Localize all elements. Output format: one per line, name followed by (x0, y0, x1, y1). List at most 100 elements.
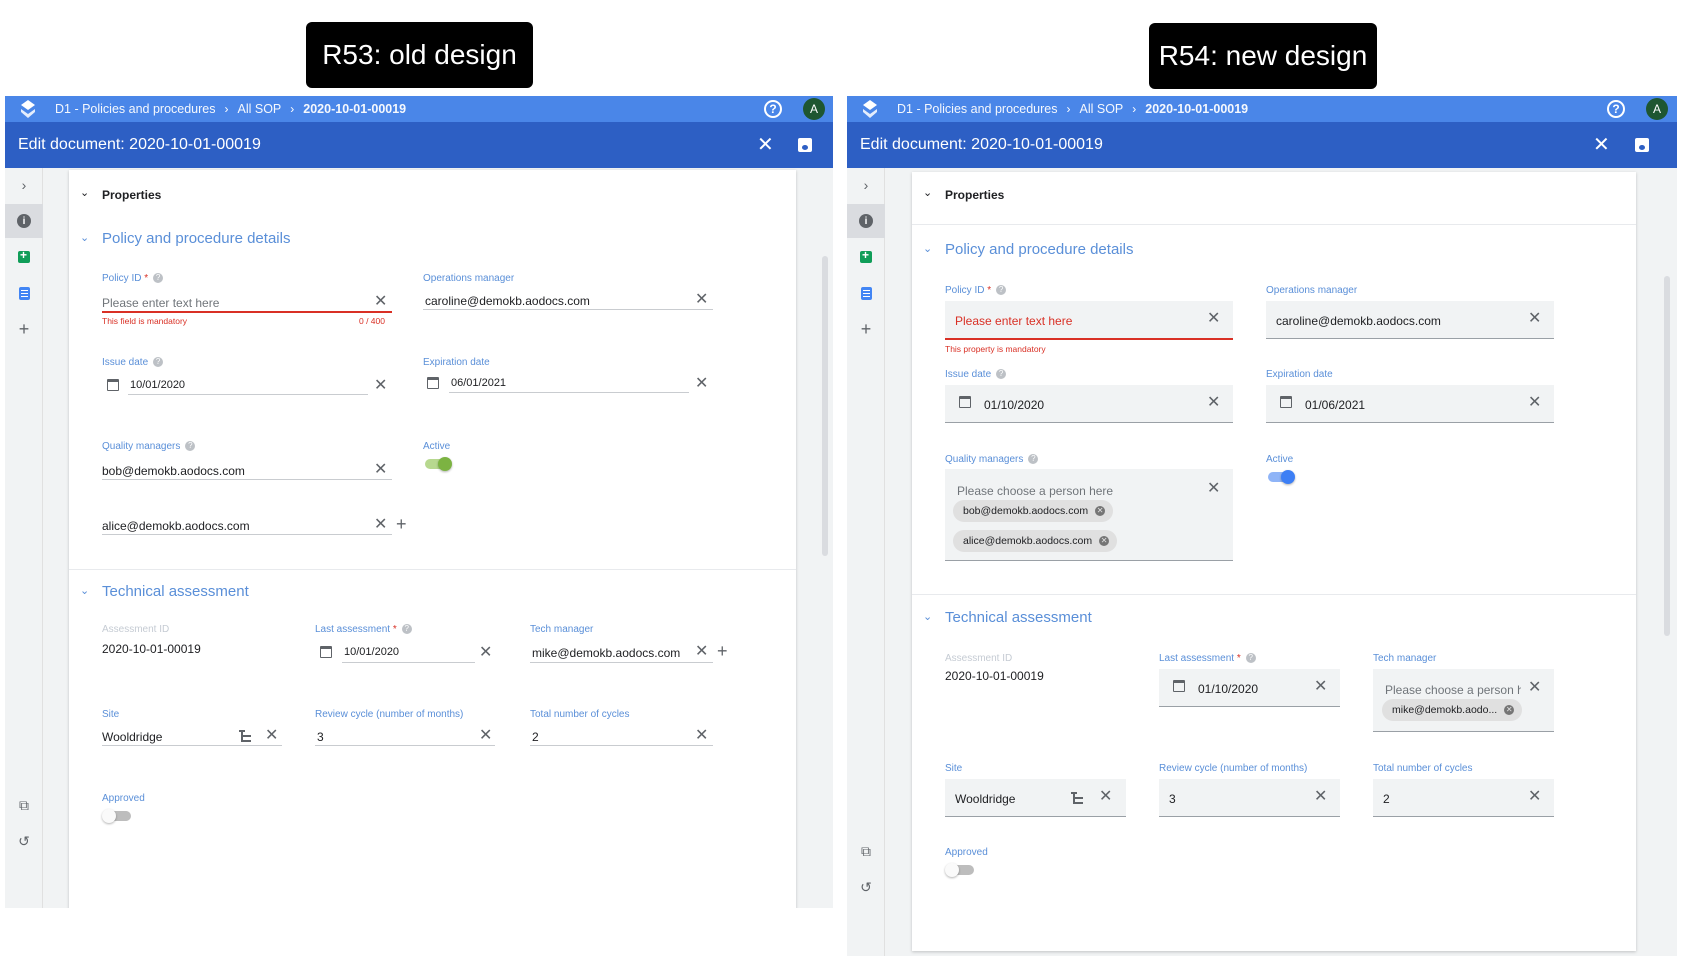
breadcrumb-root[interactable]: D1 - Policies and procedures (897, 102, 1058, 116)
review-cycle-field[interactable] (1159, 779, 1340, 817)
breadcrumb-root[interactable]: D1 - Policies and procedures (55, 102, 216, 116)
add-value-icon[interactable]: + (396, 515, 407, 533)
avatar[interactable]: A (803, 98, 825, 120)
save-icon[interactable] (798, 138, 812, 152)
policy-id-input[interactable]: Please enter text here (955, 314, 1072, 328)
chevron-down-icon[interactable]: ⌄ (80, 231, 89, 244)
chevron-down-icon[interactable]: ⌄ (923, 242, 932, 255)
total-cycles-input[interactable]: 2 (1383, 792, 1390, 806)
last-assessment-input[interactable]: 01/10/2020 (1198, 682, 1258, 696)
info-icon[interactable]: i (847, 204, 885, 238)
clear-icon[interactable]: ✕ (1099, 789, 1112, 805)
clear-icon[interactable]: ✕ (374, 517, 387, 533)
clear-icon[interactable]: ✕ (695, 644, 708, 660)
section-technical-assessment[interactable]: Technical assessment (102, 583, 249, 600)
clear-icon[interactable]: ✕ (1528, 395, 1541, 411)
close-icon[interactable]: ✕ (1593, 132, 1610, 157)
section-policy-details[interactable]: Policy and procedure details (945, 241, 1133, 258)
clear-icon[interactable]: ✕ (1207, 481, 1220, 497)
sheets-icon[interactable] (847, 240, 885, 274)
clear-icon[interactable]: ✕ (479, 645, 492, 661)
tree-icon[interactable] (239, 730, 251, 742)
expiration-date-input[interactable]: 01/06/2021 (1305, 398, 1365, 412)
expiration-date-input[interactable]: 06/01/2021 (451, 377, 506, 389)
site-input[interactable]: Wooldridge (102, 730, 162, 744)
logo-icon[interactable] (17, 98, 39, 120)
calendar-icon[interactable] (107, 379, 119, 391)
person-chip[interactable]: alice@demokb.aodocs.com ✕ (953, 530, 1118, 552)
avatar[interactable]: A (1646, 98, 1668, 120)
section-policy-details[interactable]: Policy and procedure details (102, 230, 290, 247)
section-technical-assessment[interactable]: Technical assessment (945, 609, 1092, 626)
active-toggle[interactable] (425, 456, 455, 472)
issue-date-input[interactable]: 10/01/2020 (130, 379, 185, 391)
sheets-icon[interactable] (5, 240, 43, 274)
calendar-icon[interactable] (1173, 680, 1185, 692)
plus-icon[interactable]: + (5, 312, 43, 346)
save-icon[interactable] (1635, 138, 1649, 152)
clear-icon[interactable]: ✕ (374, 378, 387, 394)
calendar-icon[interactable] (959, 396, 971, 408)
scrollbar[interactable] (822, 256, 828, 556)
chevron-down-icon[interactable]: ⌄ (923, 610, 932, 623)
calendar-icon[interactable] (320, 646, 332, 658)
issue-date-input[interactable]: 01/10/2020 (984, 398, 1044, 412)
properties-header[interactable]: Properties (102, 188, 161, 202)
chevron-right-icon[interactable]: › (5, 168, 43, 202)
chevron-right-icon[interactable]: › (847, 168, 885, 202)
clear-icon[interactable]: ✕ (374, 462, 387, 478)
clear-icon[interactable]: ✕ (695, 728, 708, 744)
last-assessment-input[interactable]: 10/01/2020 (344, 646, 399, 658)
clear-icon[interactable]: ✕ (1314, 789, 1327, 805)
tech-manager-input[interactable]: mike@demokb.aodocs.com (532, 646, 680, 660)
scrollbar[interactable] (1664, 276, 1670, 636)
active-toggle[interactable] (1268, 469, 1298, 485)
review-cycle-input[interactable]: 3 (1169, 792, 1176, 806)
operations-manager-input[interactable]: caroline@demokb.aodocs.com (1276, 314, 1441, 328)
total-cycles-field[interactable] (1373, 779, 1554, 817)
clear-icon[interactable]: ✕ (1528, 680, 1541, 696)
chevron-down-icon[interactable]: ⌄ (923, 186, 932, 199)
total-cycles-input[interactable]: 2 (532, 730, 539, 744)
review-cycle-input[interactable]: 3 (317, 730, 324, 744)
approved-toggle[interactable] (102, 808, 132, 824)
copy-icon[interactable]: ⧉ (5, 788, 43, 822)
help-icon[interactable]: ? (764, 100, 782, 118)
tree-icon[interactable] (1071, 792, 1083, 804)
plus-icon[interactable]: + (847, 312, 885, 346)
chevron-down-icon[interactable]: ⌄ (80, 186, 89, 199)
breadcrumb-middle[interactable]: All SOP (238, 102, 282, 116)
person-chip[interactable]: bob@demokb.aodocs.com ✕ (953, 500, 1114, 522)
clear-icon[interactable]: ✕ (265, 728, 278, 744)
calendar-icon[interactable] (1280, 396, 1292, 408)
chip-remove-icon[interactable]: ✕ (1504, 705, 1515, 715)
calendar-icon[interactable] (427, 377, 439, 389)
close-icon[interactable]: ✕ (757, 132, 774, 157)
history-icon[interactable]: ↺ (847, 870, 885, 904)
info-icon[interactable]: i (5, 204, 43, 238)
person-chip[interactable]: mike@demokb.aodo... ✕ (1382, 699, 1523, 721)
copy-icon[interactable]: ⧉ (847, 834, 885, 868)
clear-icon[interactable]: ✕ (1528, 789, 1541, 805)
add-value-icon[interactable]: + (717, 642, 728, 660)
chip-remove-icon[interactable]: ✕ (1095, 506, 1106, 516)
policy-id-input[interactable]: Please enter text here (102, 296, 352, 310)
chevron-down-icon[interactable]: ⌄ (80, 584, 89, 597)
help-icon[interactable]: ? (1607, 100, 1625, 118)
logo-icon[interactable] (859, 98, 881, 120)
docs-icon[interactable] (5, 276, 43, 310)
clear-icon[interactable]: ✕ (1207, 395, 1220, 411)
docs-icon[interactable] (847, 276, 885, 310)
clear-icon[interactable]: ✕ (374, 294, 387, 310)
quality-manager-input-2[interactable]: alice@demokb.aodocs.com (102, 519, 250, 533)
site-input[interactable]: Wooldridge (955, 792, 1015, 806)
clear-icon[interactable]: ✕ (1207, 311, 1220, 327)
breadcrumb-middle[interactable]: All SOP (1080, 102, 1124, 116)
clear-icon[interactable]: ✕ (1528, 311, 1541, 327)
quality-managers-input[interactable]: Please choose a person here (957, 484, 1113, 498)
properties-header[interactable]: Properties (945, 188, 1004, 202)
operations-manager-input[interactable]: caroline@demokb.aodocs.com (425, 294, 590, 308)
approved-toggle[interactable] (945, 862, 975, 878)
quality-manager-input-1[interactable]: bob@demokb.aodocs.com (102, 464, 245, 478)
clear-icon[interactable]: ✕ (1314, 679, 1327, 695)
